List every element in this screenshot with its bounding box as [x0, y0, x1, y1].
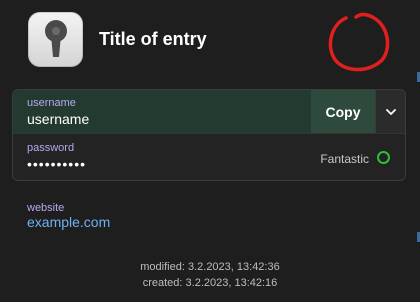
red-circle-annotation: [328, 12, 390, 72]
strength-ring-icon: [377, 151, 390, 164]
modified-value: 3.2.2023, 13:42:36: [187, 261, 280, 273]
password-value[interactable]: ••••••••••: [27, 156, 86, 172]
password-label: password: [27, 142, 75, 154]
credentials-card: username username Copy password ••••••••…: [12, 89, 406, 181]
username-row[interactable]: username username Copy: [13, 90, 405, 133]
website-label: website: [27, 202, 65, 214]
keyhole-icon: [28, 11, 83, 67]
entry-header: Title of entry: [28, 11, 207, 67]
username-menu-button[interactable]: [375, 90, 405, 133]
password-strength-text: Fantastic: [320, 152, 369, 166]
website-link[interactable]: example.com: [27, 214, 110, 230]
username-value[interactable]: username: [27, 111, 89, 127]
copy-button[interactable]: Copy: [313, 104, 373, 120]
created-value: 3.2.2023, 13:42:16: [185, 277, 278, 289]
modified-label: modified:: [140, 261, 185, 273]
entry-detail-view: Title of entry username username Copy pa…: [0, 0, 420, 302]
chevron-down-icon: [386, 108, 396, 115]
modified-timestamp: modified: 3.2.2023, 13:42:36: [0, 261, 420, 273]
created-timestamp: created: 3.2.2023, 13:42:16: [0, 277, 420, 289]
username-label: username: [27, 97, 76, 109]
created-label: created:: [142, 277, 183, 289]
entry-title: Title of entry: [99, 28, 207, 49]
row-divider: [13, 133, 405, 134]
